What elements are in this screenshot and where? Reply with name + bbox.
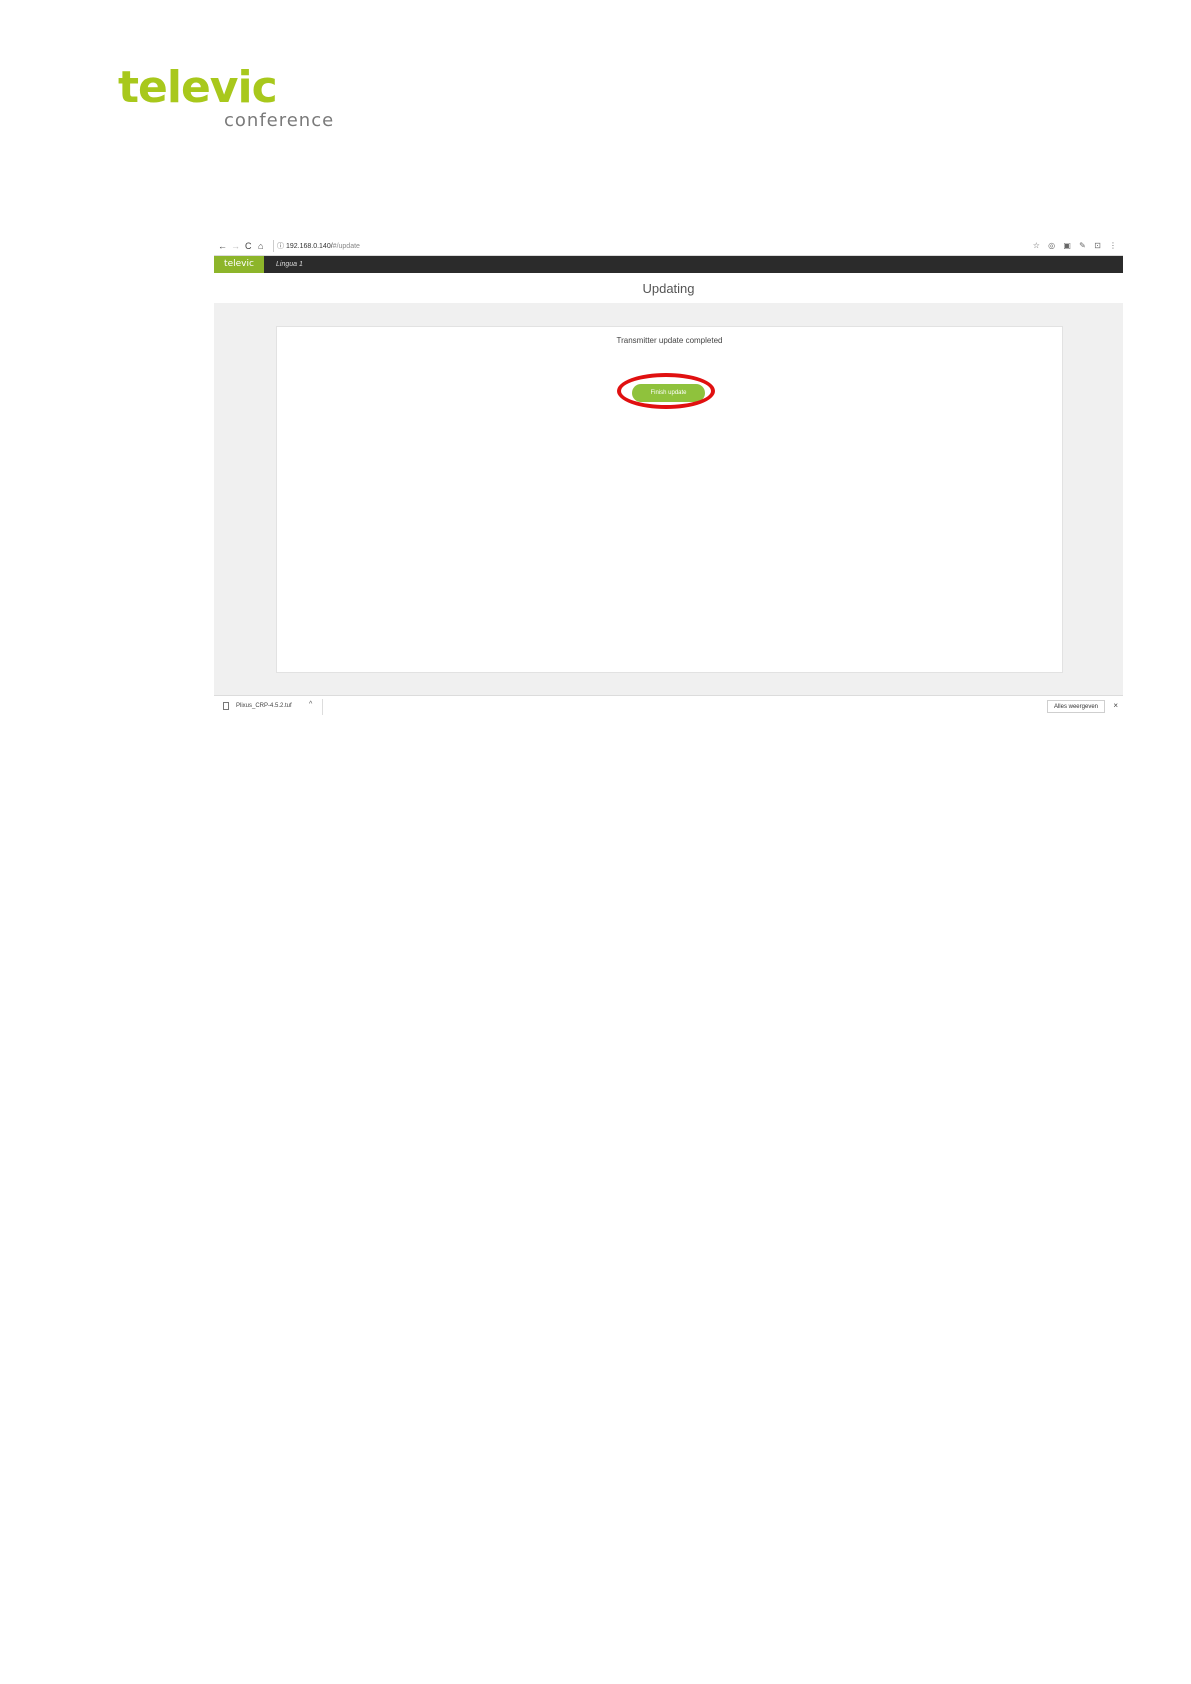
- forward-arrow-icon[interactable]: →: [231, 241, 240, 251]
- show-all-downloads-button[interactable]: Alles weergeven: [1046, 700, 1105, 713]
- bookmark-star-icon[interactable]: ☆: [1033, 241, 1040, 250]
- update-status-message: Transmitter update completed: [616, 336, 723, 345]
- url-separator: [273, 240, 274, 252]
- close-icon[interactable]: ×: [1113, 701, 1118, 711]
- browser-toolbar: ← → C ⌂ ⓘ 192.168.0.140/#/update ☆ ◎ ▣ ✎…: [214, 238, 1123, 256]
- logo-brand-text: televic: [118, 62, 278, 113]
- update-card: Transmitter update completed Finish upda…: [276, 326, 1063, 673]
- extension-icon[interactable]: ▣: [1063, 241, 1071, 250]
- page-title-strip: Updating: [214, 273, 1123, 303]
- language-label[interactable]: Lingua 1: [276, 256, 303, 273]
- site-info-icon[interactable]: ⓘ: [277, 243, 284, 250]
- extension-icon[interactable]: ◎: [1048, 241, 1055, 250]
- reload-icon[interactable]: C: [245, 241, 252, 251]
- url-path: #/update: [332, 243, 360, 250]
- cast-icon[interactable]: ⊡: [1094, 241, 1101, 250]
- download-file-name[interactable]: Plixus_CRP-4.5.2.tuf: [236, 703, 292, 709]
- highlight-annotation-ring: [617, 373, 715, 409]
- browser-right-icons: ☆ ◎ ▣ ✎ ⊡ ⋮: [1027, 241, 1117, 251]
- logo-sub-text: conference: [224, 110, 335, 131]
- address-bar[interactable]: ⓘ 192.168.0.140/#/update: [277, 242, 360, 251]
- browser-screenshot: ← → C ⌂ ⓘ 192.168.0.140/#/update ☆ ◎ ▣ ✎…: [214, 238, 1123, 717]
- download-separator: [322, 699, 323, 715]
- download-bar: Plixus_CRP-4.5.2.tuf ^ Alles weergeven ×: [214, 695, 1123, 717]
- app-logo[interactable]: televic: [214, 256, 264, 273]
- document-logo: televic conference: [118, 66, 358, 136]
- app-header: televic Lingua 1: [214, 256, 1123, 273]
- browser-menu-icon[interactable]: ⋮: [1109, 241, 1117, 250]
- extension-icon[interactable]: ✎: [1079, 241, 1086, 250]
- chevron-up-icon[interactable]: ^: [309, 701, 312, 708]
- page-title: Updating: [642, 281, 695, 296]
- home-icon[interactable]: ⌂: [258, 241, 263, 251]
- back-arrow-icon[interactable]: ←: [218, 241, 227, 251]
- url-host: 192.168.0.140/: [285, 243, 333, 250]
- file-icon: [223, 702, 229, 710]
